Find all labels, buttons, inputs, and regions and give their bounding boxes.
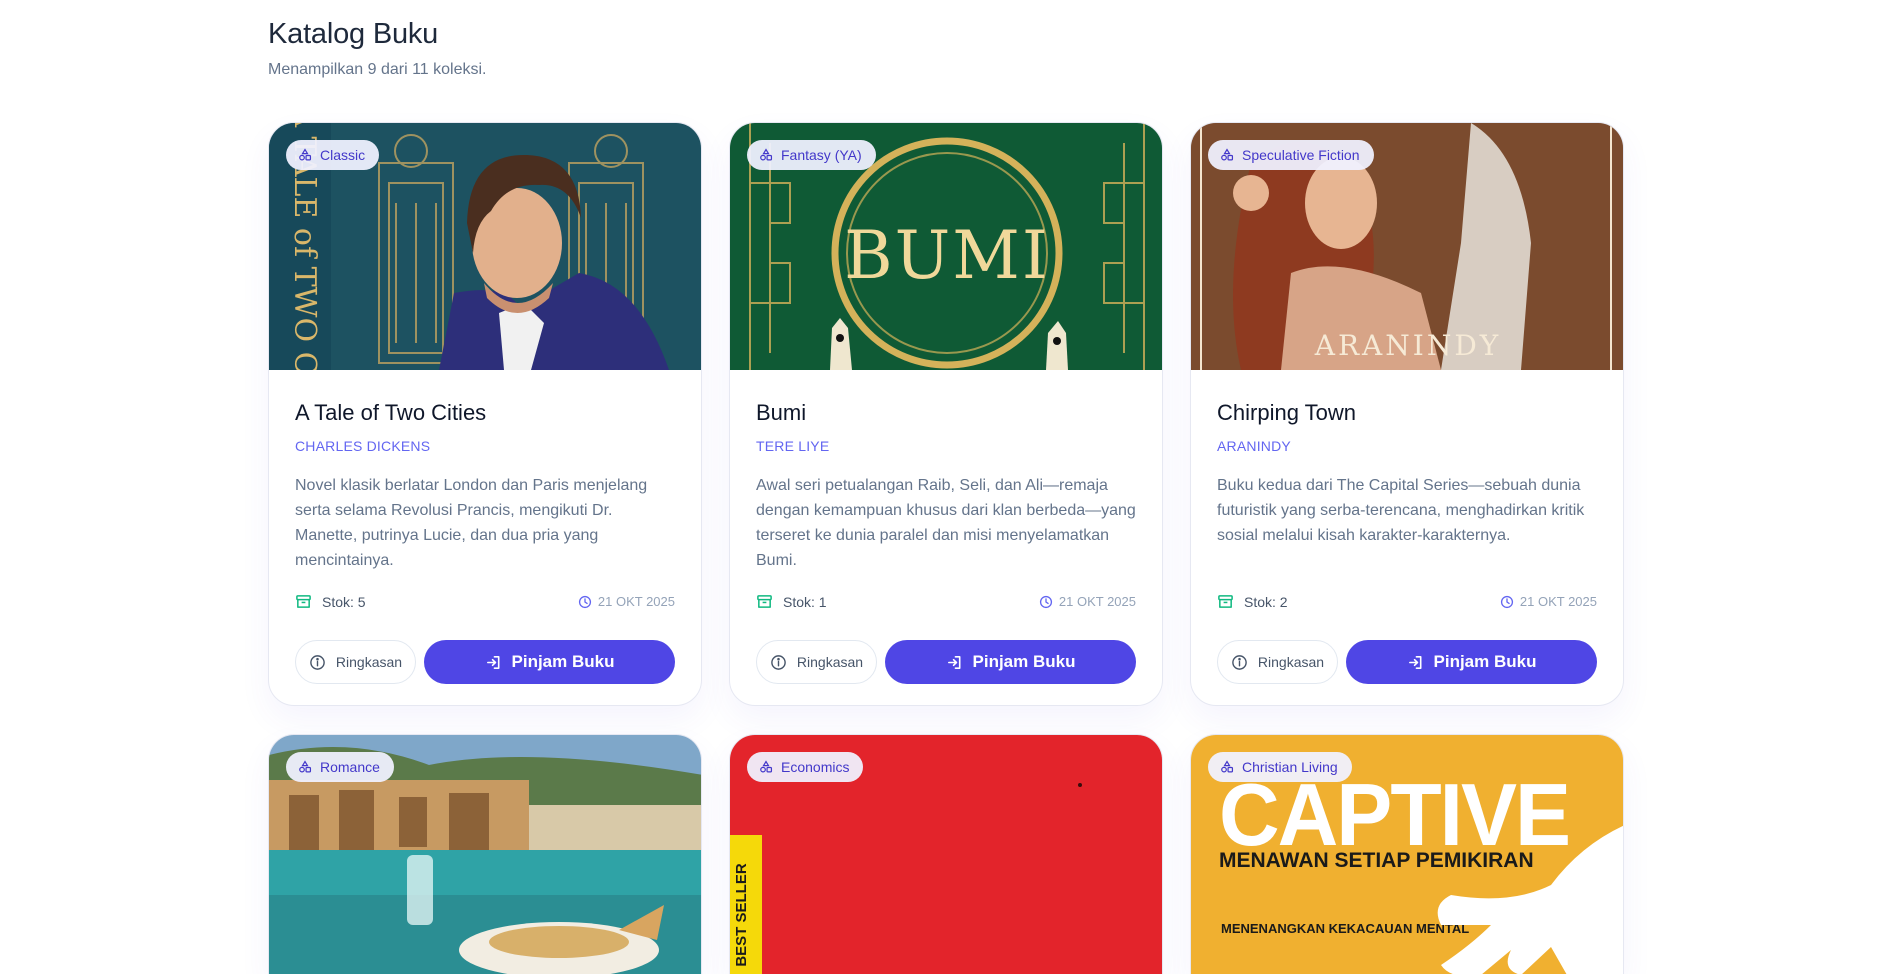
shapes-icon [1221, 148, 1234, 161]
page-title: Katalog Buku [268, 18, 439, 50]
date-info: 21 OKT 2025 [1500, 594, 1597, 609]
cover-title-text: BUMI [844, 217, 1050, 294]
cover-tagline-text: MENENANGKAN KEKACAUAN MENTAL [1221, 921, 1469, 936]
login-arrow-icon [947, 655, 961, 669]
clock-icon [578, 595, 591, 608]
page-header: Katalog Buku Menampilkan 9 dari 11 kolek… [268, 18, 486, 79]
shapes-icon [299, 148, 312, 161]
book-card-bumi[interactable]: BUMI Fantasy (YA) Bumi TERE LIYE Awal se… [729, 122, 1163, 706]
category-badge: Economics [747, 752, 864, 782]
book-cover: BUMI Fantasy (YA) [730, 123, 1162, 370]
book-title: A Tale of Two Cities [295, 400, 487, 425]
borrow-button[interactable]: Pinjam Buku [1346, 640, 1597, 684]
borrow-button[interactable]: Pinjam Buku [885, 640, 1136, 684]
shapes-icon [760, 148, 773, 161]
summary-button[interactable]: Ringkasan [756, 640, 877, 684]
login-arrow-icon [1408, 655, 1422, 669]
archive-box-icon [1218, 595, 1233, 608]
summary-button[interactable]: Ringkasan [295, 640, 416, 684]
shapes-icon [299, 760, 312, 773]
category-label: Fantasy (YA) [781, 147, 862, 163]
book-cover: CAPTIVE MENAWAN SETIAP PEMIKIRAN MENENAN… [1191, 735, 1623, 974]
category-badge: Fantasy (YA) [747, 140, 876, 170]
category-badge: Speculative Fiction [1208, 140, 1374, 170]
stock-info: Stok: 2 [1217, 593, 1288, 610]
login-arrow-icon [486, 655, 500, 669]
stock-info: Stok: 5 [295, 593, 366, 610]
book-author: TERE LIYE [756, 438, 830, 454]
date-label: 21 OKT 2025 [1519, 594, 1597, 609]
clock-icon [1039, 595, 1052, 608]
cover-badge-text: BEST SELLER [733, 863, 750, 967]
book-cover: Romance [269, 735, 701, 974]
archive-box-icon [757, 595, 772, 608]
borrow-button-label: Pinjam Buku [511, 652, 615, 671]
category-label: Romance [320, 759, 380, 775]
cover-subtitle-text: MENAWAN SETIAP PEMIKIRAN [1219, 849, 1534, 872]
book-title: Bumi [756, 400, 807, 425]
stock-label: Stok: 2 [1244, 593, 1288, 610]
book-cover: ARANINDY Speculative Fiction [1191, 123, 1623, 370]
date-info: 21 OKT 2025 [578, 594, 675, 609]
category-label: Classic [320, 147, 366, 163]
date-label: 21 OKT 2025 [597, 594, 675, 609]
shapes-icon [1221, 760, 1234, 773]
book-card-tale-of-two-cities[interactable]: A TALE of TWO CITIES Classic A Tale of T… [268, 122, 702, 706]
stock-info: Stok: 1 [756, 593, 827, 610]
category-label: Speculative Fiction [1242, 147, 1360, 163]
borrow-button-label: Pinjam Buku [1433, 652, 1537, 671]
page-subtitle: Menampilkan 9 dari 11 koleksi. [268, 61, 487, 78]
info-circle-icon [771, 654, 786, 670]
category-badge: Romance [286, 752, 394, 782]
category-badge: Classic [286, 140, 380, 170]
book-grid: A TALE of TWO CITIES Classic A Tale of T… [268, 122, 1624, 974]
book-card-romance[interactable]: Romance [268, 734, 702, 974]
cover-author-text: ARANINDY [1314, 329, 1502, 362]
book-card-christian-living[interactable]: CAPTIVE MENAWAN SETIAP PEMIKIRAN MENENAN… [1190, 734, 1624, 974]
category-badge: Christian Living [1208, 752, 1352, 782]
book-title: Chirping Town [1217, 400, 1357, 425]
stock-label: Stok: 5 [322, 593, 366, 610]
borrow-button[interactable]: Pinjam Buku [424, 640, 675, 684]
book-cover: A TALE of TWO CITIES Classic [269, 123, 701, 370]
book-card-chirping-town[interactable]: ARANINDY Speculative Fiction Chirping To… [1190, 122, 1624, 706]
info-circle-icon [1232, 654, 1247, 670]
book-description: Novel klasik berlatar London dan Paris m… [295, 477, 648, 569]
clock-icon [1500, 595, 1513, 608]
date-label: 21 OKT 2025 [1058, 594, 1136, 609]
date-info: 21 OKT 2025 [1039, 594, 1136, 609]
category-label: Christian Living [1242, 759, 1338, 775]
book-author: CHARLES DICKENS [295, 438, 431, 454]
catalog-page: Katalog Buku Menampilkan 9 dari 11 kolek… [0, 0, 1887, 974]
book-author: ARANINDY [1217, 438, 1291, 454]
summary-button[interactable]: Ringkasan [1217, 640, 1338, 684]
borrow-button-label: Pinjam Buku [972, 652, 1076, 671]
summary-button-label: Ringkasan [1257, 654, 1325, 670]
shapes-icon [760, 760, 773, 773]
book-description: Buku kedua dari The Capital Series—sebua… [1217, 477, 1585, 544]
category-label: Economics [781, 759, 850, 775]
summary-button-label: Ringkasan [796, 654, 864, 670]
stock-label: Stok: 1 [783, 593, 827, 610]
book-cover: BEST SELLER Economics [730, 735, 1162, 974]
book-description: Awal seri petualangan Raib, Seli, dan Al… [756, 477, 1136, 569]
info-circle-icon [310, 654, 325, 670]
summary-button-label: Ringkasan [335, 654, 403, 670]
archive-box-icon [296, 595, 311, 608]
book-card-economics[interactable]: BEST SELLER Economics [729, 734, 1163, 974]
